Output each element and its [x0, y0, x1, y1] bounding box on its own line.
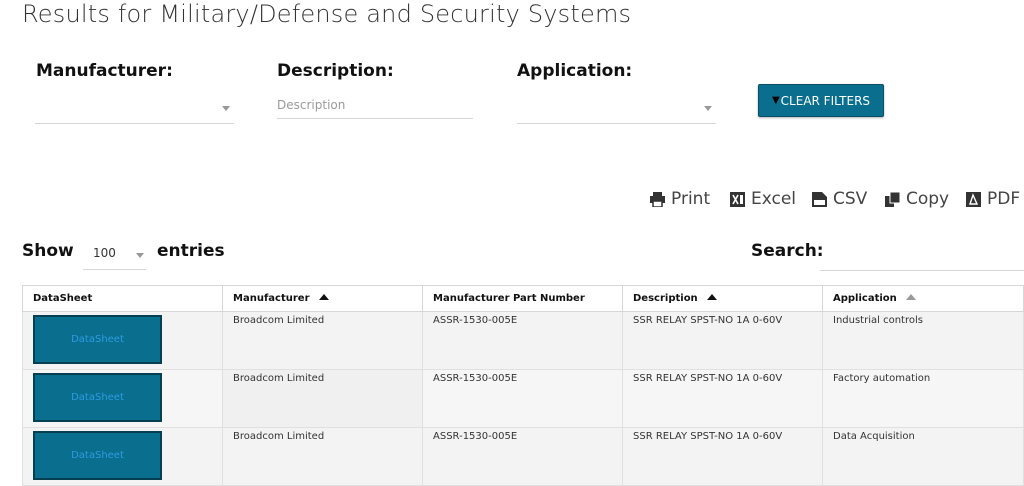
column-header-datasheet[interactable]: DataSheet: [22, 285, 223, 312]
description-cell: SSR RELAY SPST-NO 1A 0-60V: [622, 311, 823, 370]
clear-filters-label: CLEAR FILTERS: [780, 93, 871, 108]
excel-button[interactable]: Excel: [730, 189, 796, 209]
csv-button[interactable]: CSV: [812, 189, 867, 209]
table-row: DataSheet Broadcom Limited ASSR-1530-005…: [22, 427, 1024, 486]
description-filter-label: Description:: [277, 61, 394, 81]
page-length-value: 100: [93, 246, 116, 260]
manufacturer-filter-label: Manufacturer:: [36, 61, 173, 81]
excel-label: Excel: [751, 189, 797, 209]
excel-file-icon: [730, 191, 745, 207]
page-title: Results for Military/Defense and Securit…: [22, 0, 632, 28]
description-input[interactable]: [277, 94, 472, 116]
datasheet-button[interactable]: DataSheet: [33, 373, 162, 422]
sort-ascending-icon: [706, 294, 717, 300]
description-cell: SSR RELAY SPST-NO 1A 0-60V: [622, 369, 823, 428]
table-row: DataSheet Broadcom Limited ASSR-1530-005…: [22, 311, 1024, 370]
manufacturer-select[interactable]: [35, 94, 234, 124]
chevron-down-icon: [136, 253, 144, 258]
manufacturer-cell: Broadcom Limited: [222, 311, 423, 370]
chevron-down-icon: [704, 106, 712, 111]
sort-ascending-icon: [318, 294, 329, 300]
show-label: Show: [22, 241, 74, 261]
part-number-cell: ASSR-1530-005E: [422, 311, 623, 370]
pdf-button[interactable]: PDF: [966, 189, 1020, 209]
sort-ascending-icon: [905, 294, 916, 300]
print-button[interactable]: Print: [650, 189, 710, 209]
application-select[interactable]: [517, 94, 716, 124]
part-number-cell: ASSR-1530-005E: [422, 369, 623, 428]
description-cell: SSR RELAY SPST-NO 1A 0-60V: [622, 427, 823, 486]
column-header-description[interactable]: Description: [622, 285, 823, 312]
search-input[interactable]: [820, 242, 1024, 271]
datasheet-button[interactable]: DataSheet: [33, 315, 162, 364]
description-underline: [277, 118, 473, 119]
search-label: Search:: [751, 241, 824, 261]
copy-label: Copy: [906, 189, 950, 209]
column-header-manufacturer[interactable]: Manufacturer: [222, 285, 423, 312]
manufacturer-cell: Broadcom Limited: [222, 369, 423, 428]
application-cell: Data Acquisition: [822, 427, 1024, 486]
printer-icon: [650, 191, 665, 208]
chevron-down-icon: [222, 106, 230, 111]
pdf-label: PDF: [987, 189, 1021, 209]
print-label: Print: [671, 189, 711, 209]
csv-label: CSV: [833, 189, 868, 209]
column-header-application[interactable]: Application: [822, 285, 1024, 312]
application-cell: Industrial controls: [822, 311, 1024, 370]
copy-button[interactable]: Copy: [885, 189, 949, 209]
pdf-file-icon: [966, 191, 981, 207]
clear-filters-button[interactable]: ▼ CLEAR FILTERS: [758, 84, 884, 117]
manufacturer-cell: Broadcom Limited: [222, 427, 423, 486]
part-number-cell: ASSR-1530-005E: [422, 427, 623, 486]
application-cell: Factory automation: [822, 369, 1024, 428]
filter-icon: ▼: [771, 95, 780, 106]
table-row: DataSheet Broadcom Limited ASSR-1530-005…: [22, 369, 1024, 428]
csv-file-icon: [812, 191, 827, 207]
column-header-part-number[interactable]: Manufacturer Part Number: [422, 285, 623, 312]
page-length-select[interactable]: 100: [83, 241, 146, 270]
entries-label: entries: [157, 241, 225, 261]
table-header-row: DataSheet Manufacturer Manufacturer Part…: [22, 285, 1024, 312]
copy-icon: [885, 191, 901, 207]
application-filter-label: Application:: [517, 61, 633, 81]
